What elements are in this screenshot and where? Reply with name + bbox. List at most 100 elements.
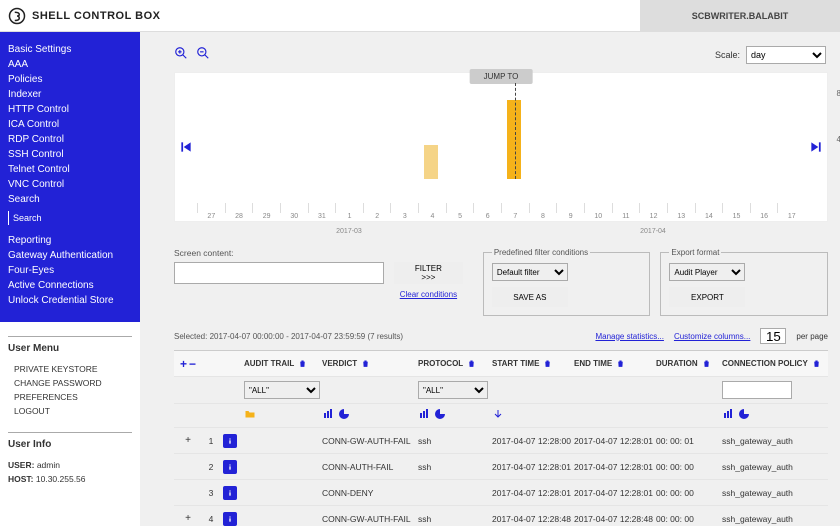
expand-row-icon[interactable]: +: [182, 435, 194, 446]
th-protocol[interactable]: PROTOCOL: [418, 359, 463, 368]
predefined-select[interactable]: Default filter: [492, 263, 568, 281]
pie-icon[interactable]: [338, 408, 350, 420]
info-icon[interactable]: [223, 460, 237, 474]
arrow-down-icon[interactable]: [492, 408, 504, 420]
tick-28: 28: [225, 203, 253, 213]
nav-http[interactable]: HTTP Control: [8, 102, 132, 117]
th-start[interactable]: START TIME: [492, 359, 539, 368]
filter-pol-input[interactable]: [722, 381, 792, 399]
filter-audit-select[interactable]: "ALL": [244, 381, 320, 399]
perpage-input[interactable]: [760, 328, 786, 344]
nav-telnet[interactable]: Telnet Control: [8, 162, 132, 177]
remove-col-dur-icon[interactable]: [702, 359, 711, 368]
month-1: 2017-03: [197, 228, 501, 235]
tick-1: 1: [335, 203, 363, 213]
pie-icon-2[interactable]: [434, 408, 446, 420]
cell-start: 2017-04-07 12:28:00: [492, 436, 574, 446]
remove-col-audit-icon[interactable]: [298, 359, 307, 368]
expand-row-icon[interactable]: +: [182, 513, 194, 524]
chart-next-icon[interactable]: [809, 140, 823, 154]
header-user[interactable]: SCBWRITER.BALABIT: [640, 0, 840, 32]
app-title: SHELL CONTROL BOX: [32, 10, 161, 22]
user-label: USER:: [8, 460, 34, 470]
nav-aaa[interactable]: AAA: [8, 57, 132, 72]
nav-reporting[interactable]: Reporting: [8, 233, 132, 248]
cell-pol: ssh_gateway_auth: [718, 436, 828, 446]
um-password[interactable]: CHANGE PASSWORD: [8, 376, 132, 390]
sidebar: Basic Settings AAA Policies Indexer HTTP…: [0, 32, 140, 526]
cell-proto: ssh: [418, 462, 492, 472]
nav-ssh[interactable]: SSH Control: [8, 147, 132, 162]
info-icon[interactable]: [223, 512, 237, 526]
info-icon[interactable]: [223, 486, 237, 500]
cell-pol: ssh_gateway_auth: [718, 514, 828, 524]
folder-icon[interactable]: [244, 408, 256, 420]
filter-proto-select[interactable]: "ALL": [418, 381, 488, 399]
jump-to-button[interactable]: JUMP TO: [470, 69, 533, 84]
export-fieldset: Export format Audit Player EXPORT: [660, 248, 828, 316]
selection-summary: Selected: 2017-04-07 00:00:00 - 2017-04-…: [174, 332, 403, 341]
remove-col-start-icon[interactable]: [543, 359, 552, 368]
export-select[interactable]: Audit Player: [669, 263, 745, 281]
chart-prev-icon[interactable]: [179, 140, 193, 154]
nav-basic-settings[interactable]: Basic Settings: [8, 42, 132, 57]
zoom-out-icon[interactable]: [196, 46, 210, 60]
manage-stats-link[interactable]: Manage statistics...: [595, 332, 663, 341]
cell-end: 2017-04-07 12:28:48: [574, 514, 656, 524]
nav-rdp[interactable]: RDP Control: [8, 132, 132, 147]
th-pol[interactable]: CONNECTION POLICY: [722, 359, 808, 368]
export-button[interactable]: EXPORT: [669, 287, 745, 307]
bar-icon-2[interactable]: [418, 408, 430, 420]
cell-end: 2017-04-07 12:28:01: [574, 436, 656, 446]
filter-button[interactable]: FILTER >>>: [394, 262, 463, 284]
nav-search[interactable]: Search: [8, 192, 132, 207]
remove-col-verdict-icon[interactable]: [361, 359, 370, 368]
th-verdict[interactable]: VERDICT: [322, 359, 357, 368]
clear-conditions-link[interactable]: Clear conditions: [400, 290, 457, 299]
remove-col-proto-icon[interactable]: [467, 359, 476, 368]
remove-col-pol-icon[interactable]: [812, 359, 821, 368]
nav-active-conn[interactable]: Active Connections: [8, 278, 132, 293]
remove-col-end-icon[interactable]: [616, 359, 625, 368]
cell-verdict: CONN-DENY: [322, 488, 418, 498]
pie-icon-3[interactable]: [738, 408, 750, 420]
table-row: +4CONN-GW-AUTH-FAILssh2017-04-07 12:28:4…: [174, 506, 828, 526]
cell-start: 2017-04-07 12:28:01: [492, 462, 574, 472]
saveas-button[interactable]: SAVE AS: [492, 287, 568, 307]
customize-cols-link[interactable]: Customize columns...: [674, 332, 750, 341]
info-icon[interactable]: [223, 434, 237, 448]
th-audit[interactable]: AUDIT TRAIL: [244, 359, 294, 368]
um-logout[interactable]: LOGOUT: [8, 404, 132, 418]
zoom-in-icon[interactable]: [174, 46, 188, 60]
month-2: 2017-04: [501, 228, 805, 235]
user-menu-panel: User Menu PRIVATE KEYSTORE CHANGE PASSWO…: [8, 336, 132, 418]
bar-icon-3[interactable]: [722, 408, 734, 420]
tick-16: 16: [750, 203, 778, 213]
results-table: +− AUDIT TRAIL VERDICT PROTOCOL START TI…: [174, 350, 828, 526]
nav-vnc[interactable]: VNC Control: [8, 177, 132, 192]
cell-dur: 00: 00: 00: [656, 488, 718, 498]
th-end[interactable]: END TIME: [574, 359, 612, 368]
tick-15: 15: [722, 203, 750, 213]
expand-all-icon[interactable]: +: [180, 357, 187, 371]
scale-select[interactable]: day: [746, 46, 826, 64]
export-legend: Export format: [669, 248, 721, 257]
tick-3: 3: [390, 203, 418, 213]
screen-content-label: Screen content:: [174, 248, 384, 258]
screen-content-input[interactable]: [174, 262, 384, 284]
nav-indexer[interactable]: Indexer: [8, 87, 132, 102]
nav-four-eyes[interactable]: Four-Eyes: [8, 263, 132, 278]
nav-policies[interactable]: Policies: [8, 72, 132, 87]
cell-proto: ssh: [418, 514, 492, 524]
collapse-all-icon[interactable]: −: [189, 357, 196, 371]
th-dur[interactable]: DURATION: [656, 359, 698, 368]
um-prefs[interactable]: PREFERENCES: [8, 390, 132, 404]
um-keystore[interactable]: PRIVATE KEYSTORE: [8, 362, 132, 376]
tick-7: 7: [501, 203, 529, 213]
nav-gateway-auth[interactable]: Gateway Authentication: [8, 248, 132, 263]
nav-search-sub[interactable]: Search: [8, 211, 132, 225]
bar-icon[interactable]: [322, 408, 334, 420]
nav-unlock-cred[interactable]: Unlock Credential Store: [8, 293, 132, 308]
bar-4[interactable]: [424, 145, 438, 179]
nav-ica[interactable]: ICA Control: [8, 117, 132, 132]
